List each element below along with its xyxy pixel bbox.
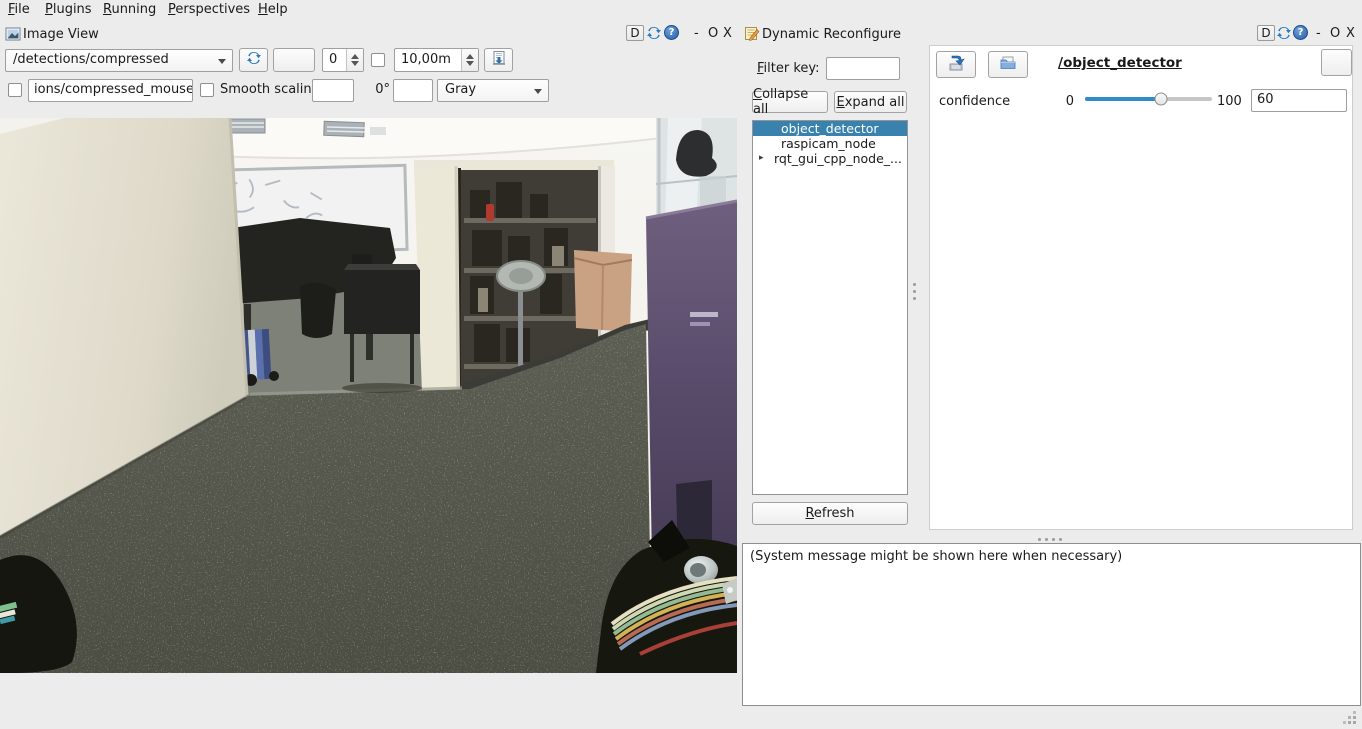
spin-up-icon[interactable] (466, 54, 474, 59)
import-icon (947, 54, 965, 76)
collapse-all-label: Collapse all (753, 87, 827, 117)
colormap-value: Gray (445, 82, 476, 97)
expand-all-label: Expand all (837, 95, 905, 110)
dr-restore-button[interactable]: O (1330, 26, 1340, 41)
tree-item-rqt-gui-cpp-node[interactable]: rqt_gui_cpp_node_... (753, 151, 907, 166)
folder-icon (999, 54, 1017, 76)
node-title: /object_detector (1020, 55, 1220, 71)
spin-arrows[interactable] (346, 49, 363, 71)
colormap-select[interactable]: Gray (437, 79, 549, 102)
expand-all-button[interactable]: Expand all (834, 91, 907, 113)
window-resize-grip[interactable] (1342, 710, 1356, 724)
param-name-label: confidence (939, 94, 1010, 109)
max-range-spinbox[interactable]: 10,00m (394, 48, 479, 72)
cardboard-box (574, 250, 632, 332)
image-view-restore-button[interactable]: O (708, 26, 718, 41)
mouse-topic-value: ions/compressed_mouse_left (34, 82, 193, 97)
refresh-topics-button[interactable] (239, 48, 268, 72)
image-view-icon (5, 26, 21, 42)
tree-item-label: rqt_gui_cpp_node_... (774, 151, 902, 166)
slider-fill (1085, 97, 1161, 101)
empty-tool-button[interactable] (273, 48, 315, 72)
system-message-box[interactable]: (System message might be shown here when… (742, 543, 1361, 706)
image-view-title: Image View (23, 27, 99, 42)
confidence-value-input[interactable]: 60 (1251, 89, 1347, 112)
mouse-topic-field[interactable]: ions/compressed_mouse_left (28, 79, 193, 102)
panel-extra-button[interactable] (1321, 49, 1352, 76)
refresh-icon (246, 50, 262, 70)
rotation-label: 0° (368, 82, 390, 97)
menu-perspectives[interactable]: Perspectives (168, 2, 250, 17)
chevron-down-icon (218, 59, 226, 64)
expander-icon[interactable] (759, 151, 764, 166)
tree-item-label: raspicam_node (781, 136, 876, 151)
spin-down-icon[interactable] (466, 61, 474, 66)
load-parameters-button[interactable] (936, 51, 976, 78)
image-topic-value: /detections/compressed (13, 52, 169, 67)
refresh-nodes-button[interactable]: Refresh (752, 502, 908, 525)
dr-help-icon[interactable]: ? (1293, 25, 1308, 40)
max-range-value: 10,00m (401, 52, 451, 67)
confidence-value: 60 (1257, 92, 1274, 107)
dynamic-range-checkbox[interactable] (371, 53, 385, 67)
image-view-close-button[interactable]: X (723, 26, 732, 41)
zoom-spinbox-value: 0 (329, 52, 337, 67)
purple-banner (646, 201, 737, 562)
camera-image (0, 118, 737, 673)
menu-plugins[interactable]: Plugins (45, 2, 92, 17)
refresh-label: Refresh (805, 506, 854, 521)
image-view-detach-button[interactable]: D (626, 25, 644, 41)
dr-minimize-button[interactable]: - (1316, 26, 1321, 41)
vertical-splitter-handle[interactable] (913, 283, 917, 305)
system-message-text: (System message might be shown here when… (750, 549, 1122, 564)
horizontal-splitter-handle[interactable] (1038, 538, 1064, 542)
spin-up-icon[interactable] (351, 54, 359, 59)
dr-close-button[interactable]: X (1346, 26, 1355, 41)
menu-help[interactable]: Help (258, 2, 288, 17)
rotate-field[interactable] (312, 79, 354, 102)
collapse-all-button[interactable]: Collapse all (752, 91, 828, 113)
dr-reload-icon[interactable] (1276, 25, 1292, 41)
smooth-scaling-checkbox[interactable] (200, 83, 214, 97)
slider-handle[interactable] (1155, 93, 1168, 106)
open-door (414, 166, 460, 394)
tree-item-label: object_detector (781, 121, 879, 136)
save-image-icon (491, 50, 507, 70)
tree-item-raspicam-node[interactable]: raspicam_node (753, 136, 907, 151)
zoom-spinbox[interactable]: 0 (322, 48, 364, 72)
rqt-window: File Plugins Running Perspectives Help I… (0, 0, 1362, 729)
image-topic-select[interactable]: /detections/compressed (5, 49, 233, 72)
parameter-panel (929, 45, 1353, 530)
image-view-reload-icon[interactable] (646, 25, 662, 41)
rotation-field[interactable] (393, 79, 433, 102)
filter-key-input[interactable] (826, 57, 900, 80)
save-image-button[interactable] (484, 48, 513, 72)
menu-bar: File Plugins Running Perspectives Help (0, 0, 1362, 21)
image-view-minimize-button[interactable]: - (694, 26, 699, 41)
tree-item-object-detector[interactable]: object_detector (753, 121, 907, 136)
menu-file[interactable]: File (8, 2, 30, 17)
publish-mouse-checkbox[interactable] (8, 83, 22, 97)
spin-down-icon[interactable] (351, 61, 359, 66)
dr-detach-button[interactable]: D (1257, 25, 1275, 41)
menu-running[interactable]: Running (103, 2, 156, 17)
node-tree: object_detector raspicam_node rqt_gui_cp… (752, 120, 908, 495)
dynamic-reconfigure-title: Dynamic Reconfigure (762, 27, 901, 42)
param-max-label: 100 (1217, 94, 1242, 109)
filter-key-label: Filter key: (757, 61, 820, 76)
image-view-help-icon[interactable]: ? (664, 25, 679, 40)
smooth-scaling-label: Smooth scaling (220, 82, 320, 97)
confidence-slider[interactable] (1085, 90, 1212, 108)
spin-arrows[interactable] (461, 49, 478, 71)
chevron-down-icon (534, 89, 542, 94)
param-min-label: 0 (1058, 94, 1074, 109)
dynamic-reconfigure-icon (744, 25, 760, 41)
fire-extinguisher (486, 204, 494, 221)
